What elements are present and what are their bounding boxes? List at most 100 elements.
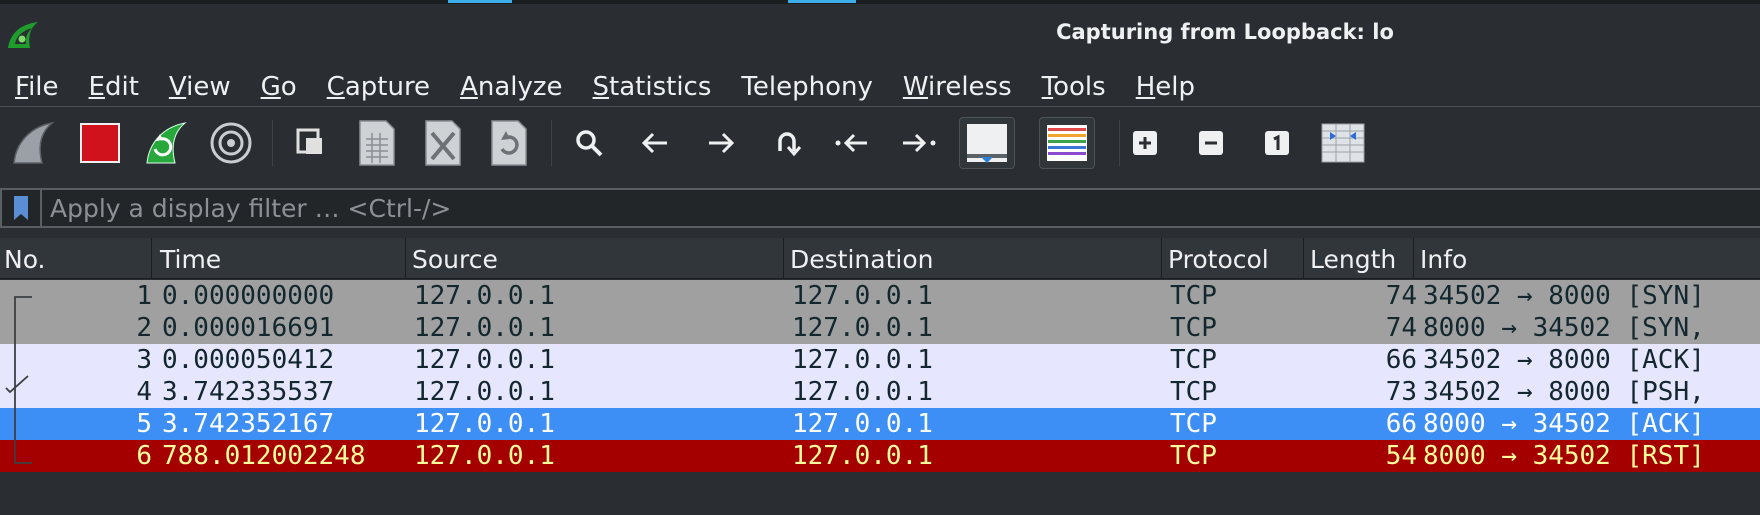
- colorize-button[interactable]: [1039, 117, 1095, 169]
- menu-mnemonic: A: [460, 71, 478, 102]
- display-filter-input[interactable]: [42, 190, 1760, 226]
- reload-file-icon: [491, 120, 527, 166]
- packet-info: 34502 → 8000 [PSH,: [1423, 377, 1705, 407]
- close-file-button[interactable]: [417, 117, 469, 169]
- column-header-destination[interactable]: Destination: [786, 238, 1162, 279]
- menu-item[interactable]: Go: [246, 72, 312, 102]
- menu-item[interactable]: Telephony: [726, 72, 887, 102]
- menu-label: ile: [28, 71, 59, 102]
- column-header-info[interactable]: Info: [1416, 238, 1760, 279]
- packet-destination: 127.0.0.1: [792, 345, 933, 375]
- resize-columns-icon: [1321, 123, 1365, 163]
- stop-capture-icon: [80, 123, 120, 163]
- resize-columns-button[interactable]: [1317, 117, 1369, 169]
- start-capture-button[interactable]: [6, 117, 58, 169]
- column-header-time[interactable]: Time: [156, 238, 406, 279]
- packet-destination: 127.0.0.1: [792, 377, 933, 407]
- menu-item[interactable]: Tools: [1027, 72, 1121, 102]
- packet-protocol: TCP: [1170, 281, 1217, 311]
- packet-protocol: TCP: [1170, 377, 1217, 407]
- find-packet-button[interactable]: [563, 117, 615, 169]
- packet-length: 74: [1385, 281, 1417, 311]
- menu-item[interactable]: Edit: [74, 72, 154, 102]
- packet-destination: 127.0.0.1: [792, 409, 933, 439]
- menu-label: ireless: [927, 71, 1012, 102]
- go-back-button[interactable]: [629, 117, 681, 169]
- restart-capture-button[interactable]: [139, 117, 191, 169]
- filter-bookmark-button[interactable]: [2, 190, 42, 226]
- zoom-out-icon: [1199, 131, 1223, 155]
- column-header-no[interactable]: No.: [0, 238, 152, 279]
- packet-number: 1: [136, 281, 152, 311]
- menu-label: iew: [186, 71, 231, 102]
- menu-label: elp: [1155, 71, 1195, 102]
- find-packet-icon: [576, 130, 603, 157]
- packet-time: 0.000000000: [162, 281, 335, 311]
- table-row[interactable]: 3 0.000050412 127.0.0.1 127.0.0.1 TCP 66 34502…: [0, 344, 1760, 376]
- menu-item[interactable]: Capture: [312, 72, 445, 102]
- table-row[interactable]: 4 3.742335537 127.0.0.1 127.0.0.1 TCP 73 34502…: [0, 376, 1760, 408]
- packet-destination: 127.0.0.1: [792, 441, 933, 471]
- packet-length: 73: [1385, 377, 1417, 407]
- last-packet-button[interactable]: [893, 117, 945, 169]
- packet-time: 3.742335537: [162, 377, 335, 407]
- colorize-icon: [1047, 125, 1087, 161]
- packet-info: 8000 → 34502 [ACK]: [1423, 409, 1705, 439]
- packet-number: 5: [136, 409, 152, 439]
- normal-size-button[interactable]: [1251, 117, 1303, 169]
- save-file-button[interactable]: [351, 117, 403, 169]
- menu-label: tatistics: [609, 71, 712, 102]
- stop-capture-button[interactable]: [74, 117, 126, 169]
- table-row-selected[interactable]: 5 3.742352167 127.0.0.1 127.0.0.1 TCP 66 8000 …: [0, 408, 1760, 440]
- menu-item[interactable]: View: [154, 72, 246, 102]
- packet-protocol: TCP: [1170, 409, 1217, 439]
- menu-item[interactable]: Analyze: [445, 72, 577, 102]
- table-row[interactable]: 1 0.000000000 127.0.0.1 127.0.0.1 TCP 74 34502…: [0, 280, 1760, 312]
- menu-item[interactable]: Statistics: [578, 72, 727, 102]
- capture-options-button[interactable]: [205, 117, 257, 169]
- packet-info: 34502 → 8000 [SYN]: [1423, 281, 1705, 311]
- packet-time: 0.000016691: [162, 313, 335, 343]
- packet-source: 127.0.0.1: [414, 377, 555, 407]
- open-file-button[interactable]: [285, 117, 337, 169]
- taskbar-highlight: [788, 0, 856, 3]
- packet-protocol: TCP: [1170, 441, 1217, 471]
- menu-item[interactable]: Wireless: [888, 72, 1027, 102]
- zoom-out-button[interactable]: [1185, 117, 1237, 169]
- table-row[interactable]: 2 0.000016691 127.0.0.1 127.0.0.1 TCP 74 8000 …: [0, 312, 1760, 344]
- menu-item[interactable]: Help: [1121, 72, 1210, 102]
- zoom-in-button[interactable]: [1119, 117, 1171, 169]
- toolbar-separator: [272, 120, 273, 166]
- autoscroll-button[interactable]: [959, 117, 1015, 169]
- title-bar-top-strip: [0, 0, 1760, 4]
- first-packet-button[interactable]: [827, 117, 879, 169]
- first-packet-icon: [835, 133, 867, 153]
- packet-list[interactable]: No. Time Source Destination Protocol Len…: [0, 238, 1760, 515]
- zoom-in-icon: [1133, 131, 1157, 155]
- restart-capture-icon: [146, 122, 187, 164]
- go-forward-button[interactable]: [695, 117, 747, 169]
- column-header-source[interactable]: Source: [408, 238, 784, 279]
- reload-file-button[interactable]: [483, 117, 535, 169]
- packet-length: 66: [1385, 409, 1417, 439]
- column-header-protocol[interactable]: Protocol: [1164, 238, 1304, 279]
- packet-time: 0.000050412: [162, 345, 335, 375]
- menu-label: o: [280, 71, 297, 102]
- packet-info: 34502 → 8000 [ACK]: [1423, 345, 1705, 375]
- wireshark-app-icon[interactable]: [6, 20, 40, 50]
- autoscroll-icon: [967, 124, 1007, 163]
- menu-item[interactable]: File: [0, 72, 74, 102]
- bookmark-icon: [14, 196, 28, 220]
- packet-list-header: No. Time Source Destination Protocol Len…: [0, 238, 1760, 279]
- normal-size-icon: [1265, 131, 1289, 155]
- column-header-length[interactable]: Length: [1306, 238, 1414, 279]
- open-file-icon: [296, 128, 322, 154]
- packet-number: 3: [136, 345, 152, 375]
- go-back-icon: [641, 132, 667, 154]
- packet-length: 66: [1385, 345, 1417, 375]
- go-to-packet-button[interactable]: [761, 117, 813, 169]
- table-row[interactable]: 6 788.012002248 127.0.0.1 127.0.0.1 TCP 54 800…: [0, 440, 1760, 472]
- menu-mnemonic: W: [902, 71, 928, 102]
- last-packet-icon: [903, 133, 936, 153]
- menu-mnemonic: F: [15, 71, 29, 102]
